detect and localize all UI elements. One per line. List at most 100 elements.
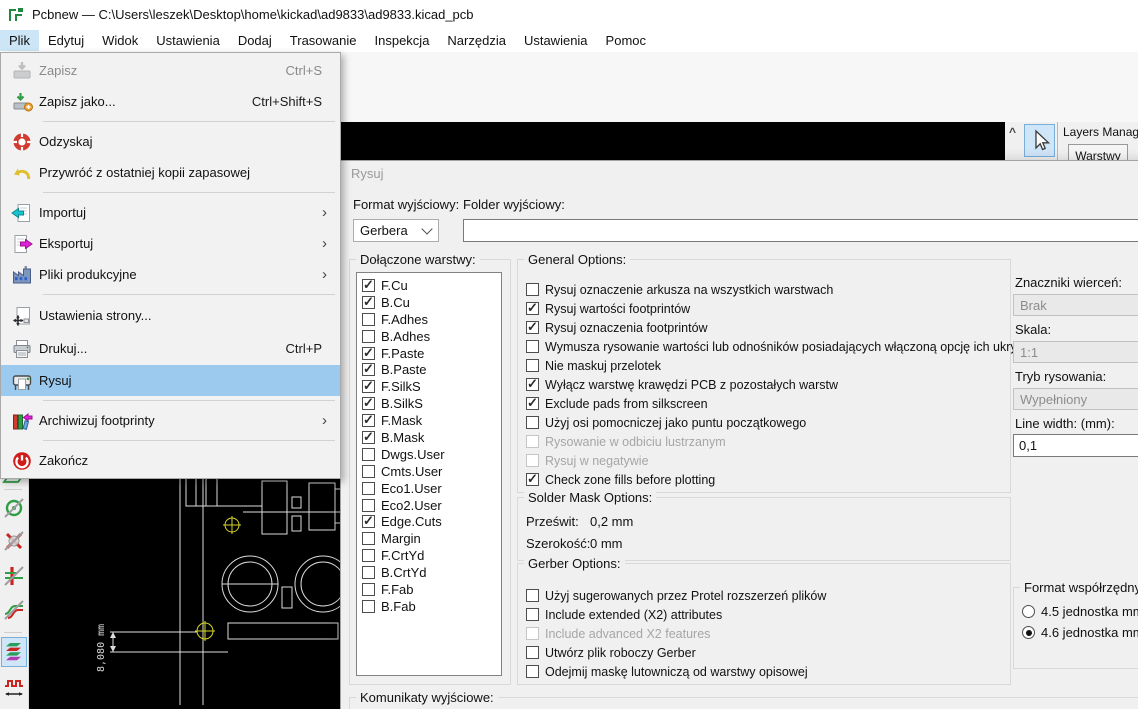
plot-option-label: Check zone fills before plotting [545, 473, 715, 487]
menu-separator [1, 436, 340, 445]
layer-row[interactable]: B.Fab [362, 598, 501, 615]
menubar-item-ustawienia-1[interactable]: Ustawienia [147, 30, 229, 51]
line-width-input[interactable]: 0,1 [1013, 434, 1138, 457]
ratsnest-display-button[interactable] [1, 527, 27, 555]
layers-listbox[interactable]: F.Cu B.Cu F.Adhes B.Adhes F.Paste [356, 272, 502, 676]
layer-row[interactable]: F.Adhes [362, 311, 501, 328]
menu-shortcut: Ctrl+Shift+S [252, 94, 322, 109]
checkbox-icon [362, 279, 375, 292]
gerber-option-label: Include extended (X2) attributes [545, 608, 722, 622]
menu-item-label: Drukuj... [39, 341, 286, 356]
menubar-item-trasowanie[interactable]: Trasowanie [281, 30, 366, 51]
layer-row[interactable]: Eco1.User [362, 480, 501, 497]
gerber-option-row[interactable]: Użyj sugerowanych przez Protel rozszerze… [526, 586, 826, 605]
scale-value: 1:1 [1020, 345, 1038, 360]
menu-item-ustawienia-strony[interactable]: Ustawienia strony... [1, 299, 340, 332]
menubar-item-pomoc[interactable]: Pomoc [597, 30, 655, 51]
menu-item-zakoncz[interactable]: Zakończ [1, 445, 340, 476]
layer-row[interactable]: B.Cu [362, 294, 501, 311]
plot-option-row[interactable]: Rysuj oznaczenie arkusza na wszystkich w… [526, 280, 1033, 299]
gerber-options-list: Użyj sugerowanych przez Protel rozszerze… [526, 586, 826, 681]
menu-item-odzyskaj[interactable]: Odzyskaj [1, 126, 340, 157]
output-folder-label: Folder wyjściowy: [463, 197, 565, 212]
layer-row[interactable]: B.Adhes [362, 328, 501, 345]
gerber-option-row[interactable]: Odejmij maskę lutowniczą od warstwy opis… [526, 662, 826, 681]
layer-row[interactable]: Dwgs.User [362, 446, 501, 463]
menu-item-zapisz-jako[interactable]: Zapisz jako... Ctrl+Shift+S [1, 86, 340, 117]
layer-row[interactable]: B.Mask [362, 429, 501, 446]
layer-row[interactable]: F.Mask [362, 412, 501, 429]
menu-item-importuj[interactable]: Importuj › [1, 197, 340, 228]
layer-row[interactable]: F.Cu [362, 277, 501, 294]
layer-row[interactable]: F.CrtYd [362, 547, 501, 564]
menubar-item-edytuj[interactable]: Edytuj [39, 30, 93, 51]
output-folder-input[interactable] [463, 219, 1138, 242]
general-options-list: Rysuj oznaczenie arkusza na wszystkich w… [526, 280, 1033, 489]
menu-item-drukuj[interactable]: Drukuj... Ctrl+P [1, 332, 340, 365]
via-display-button[interactable] [1, 494, 27, 522]
plot-dialog: Rysuj Format wyjściowy: Folder wyjściowy… [340, 160, 1138, 709]
plot-option-row[interactable]: Rysowanie w odbiciu lustrzanym [526, 432, 1033, 451]
gerber-option-row[interactable]: Include extended (X2) attributes [526, 605, 826, 624]
plot-option-row[interactable]: Rysuj oznaczenia footprintów [526, 318, 1033, 337]
menu-item-przywroc-kopie[interactable]: Przywróć z ostatniej kopii zapasowej [1, 157, 340, 188]
plotter-icon [5, 370, 39, 392]
plot-option-row[interactable]: Wymusza rysowanie wartości lub odnośnikó… [526, 337, 1033, 356]
layer-row[interactable]: B.Paste [362, 361, 501, 378]
layer-row[interactable]: Cmts.User [362, 463, 501, 480]
plot-option-row[interactable]: Wyłącz warstwę krawędzi PCB z pozostałyc… [526, 375, 1033, 394]
layer-row[interactable]: F.Paste [362, 345, 501, 362]
coord-format-45-radio[interactable]: 4.5 jednostka mm [1022, 604, 1138, 619]
curved-tracks-display-button[interactable] [1, 596, 27, 624]
layer-row[interactable]: B.CrtYd [362, 564, 501, 581]
layer-row[interactable]: Edge.Cuts [362, 513, 501, 530]
menu-item-zapisz[interactable]: Zapisz Ctrl+S [1, 55, 340, 86]
high-contrast-layers-button[interactable] [1, 637, 27, 667]
plot-option-row[interactable]: Użyj osi pomocniczej jako puntu początko… [526, 413, 1033, 432]
checkbox-icon [526, 283, 539, 296]
checkbox-icon [526, 321, 539, 334]
menu-item-rysuj[interactable]: Rysuj [1, 365, 340, 396]
menubar-item-dodaj[interactable]: Dodaj [229, 30, 281, 51]
select-tool-button[interactable] [1024, 124, 1055, 157]
gerber-option-row[interactable]: Utwórz plik roboczy Gerber [526, 643, 826, 662]
submenu-arrow-icon: › [322, 267, 332, 282]
menu-item-archiwizuj-footprinty[interactable]: Archiwizuj footprinty › [1, 405, 340, 436]
menu-item-pliki-produkcyjne[interactable]: Pliki produkcyjne › [1, 259, 340, 290]
menubar-item-widok[interactable]: Widok [93, 30, 147, 51]
menu-item-label: Przywróć z ostatniej kopii zapasowej [39, 165, 332, 180]
menubar-item-narzedzia[interactable]: Narzędzia [438, 30, 515, 51]
tracks-display-button[interactable] [1, 562, 27, 590]
plot-option-row[interactable]: Rysuj wartości footprintów [526, 299, 1033, 318]
menubar-item-ustawienia-2[interactable]: Ustawienia [515, 30, 597, 51]
layer-row[interactable]: Margin [362, 530, 501, 547]
track-meander-button[interactable] [1, 674, 27, 702]
layer-row[interactable]: F.SilkS [362, 378, 501, 395]
layer-row[interactable]: B.SilkS [362, 395, 501, 412]
exit-icon [5, 450, 39, 472]
plot-option-row[interactable]: Rysuj w negatywie [526, 451, 1033, 470]
layer-name: B.Fab [381, 599, 416, 614]
output-format-select[interactable]: Gerbera [353, 219, 439, 242]
checkbox-icon [362, 414, 375, 427]
layer-name: Edge.Cuts [381, 514, 442, 529]
plot-option-row[interactable]: Nie maskuj przelotek [526, 356, 1033, 375]
gerber-option-row[interactable]: Include advanced X2 features [526, 624, 826, 643]
menubar-item-inspekcja[interactable]: Inspekcja [366, 30, 439, 51]
layer-row[interactable]: Eco2.User [362, 497, 501, 514]
layer-row[interactable]: F.Fab [362, 581, 501, 598]
plot-option-row[interactable]: Check zone fills before plotting [526, 470, 1033, 489]
collapse-panel-button[interactable]: ^ [1009, 125, 1016, 139]
menubar-item-plik[interactable]: Plik [0, 30, 39, 51]
menu-item-eksportuj[interactable]: Eksportuj › [1, 228, 340, 259]
checkbox-icon [362, 600, 375, 613]
checkbox-icon [362, 482, 375, 495]
checkbox-icon [362, 380, 375, 393]
plot-option-row[interactable]: Exclude pads from silkscreen [526, 394, 1033, 413]
tracks-display-icon [2, 564, 26, 588]
solder-width-value: 0 mm [590, 536, 623, 551]
coord-format-46-radio[interactable]: 4.6 jednostka mm [1022, 625, 1138, 640]
layer-name: B.Paste [381, 362, 427, 377]
gerber-options-group: Gerber Options: Użyj sugerowanych przez … [517, 563, 1011, 685]
layer-name: F.Paste [381, 346, 424, 361]
